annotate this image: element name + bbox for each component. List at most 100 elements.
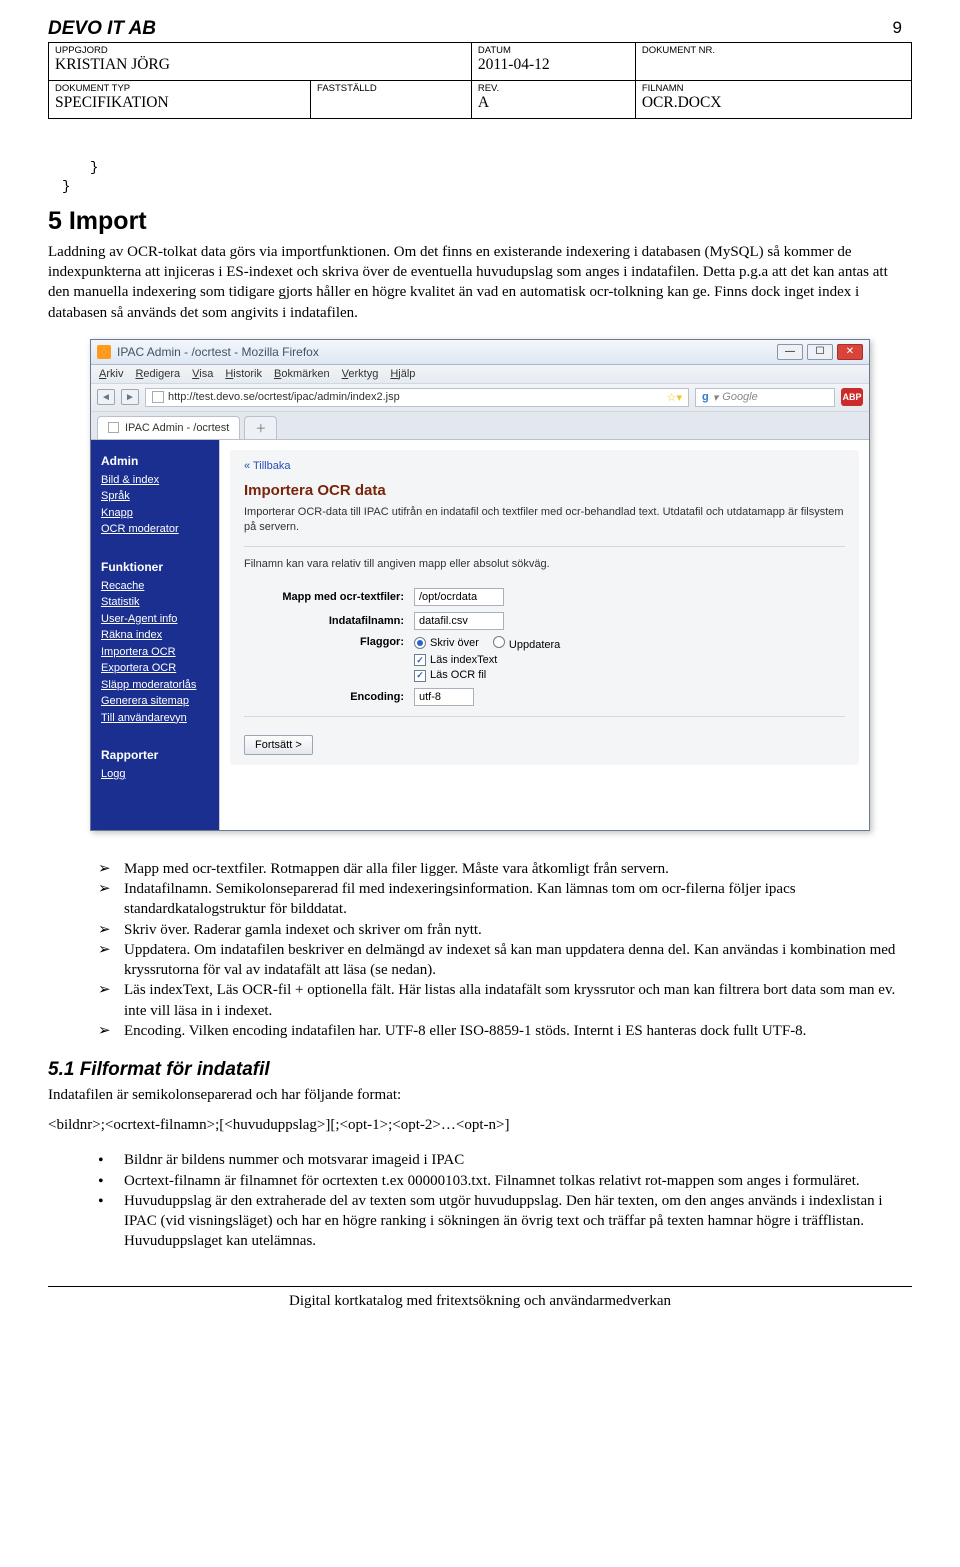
menu-verktyg[interactable]: Verktyg bbox=[342, 368, 379, 380]
list-item: Encoding. Vilken encoding indatafilen ha… bbox=[90, 1021, 912, 1041]
label-flaggor: Flaggor: bbox=[244, 636, 414, 648]
browser-menubar[interactable]: Arkiv Redigera Visa Historik Bokmärken V… bbox=[91, 365, 869, 384]
value-filnamn: OCR.DOCX bbox=[642, 94, 905, 112]
label-las-indextext: Läs indexText bbox=[430, 654, 497, 666]
maximize-button[interactable]: ☐ bbox=[807, 344, 833, 360]
abp-icon[interactable]: ABP bbox=[841, 388, 863, 406]
sidebar-item-importera-ocr[interactable]: Importera OCR bbox=[101, 644, 209, 661]
dot-bullet-list: Bildnr är bildens nummer och motsvarar i… bbox=[90, 1150, 912, 1251]
value-uppgjord: KRISTIAN JÖRG bbox=[55, 56, 465, 74]
document-header: DEVO IT AB 9 UPPGJORD KRISTIAN JÖRG DATU… bbox=[48, 0, 912, 119]
section-5-1-intro: Indatafilen är semikolonseparerad och ha… bbox=[48, 1085, 912, 1105]
sidebar-item-knapp[interactable]: Knapp bbox=[101, 505, 209, 522]
label-filnamn: FILNAMN bbox=[642, 83, 905, 94]
list-item: Skriv över. Raderar gamla indexet och sk… bbox=[90, 920, 912, 940]
format-line: <bildnr>;<ocrtext-filnamn>;[<huvuduppsla… bbox=[48, 1117, 912, 1134]
continue-button[interactable]: Fortsätt > bbox=[244, 735, 313, 755]
section-5-paragraph: Laddning av OCR-tolkat data görs via imp… bbox=[48, 242, 912, 323]
google-icon: g bbox=[702, 391, 709, 403]
menu-arkiv[interactable]: Arkiv bbox=[99, 368, 123, 380]
checkbox-las-indextext[interactable] bbox=[414, 654, 426, 666]
value-rev: A bbox=[478, 94, 629, 112]
page-number: 9 bbox=[893, 18, 902, 38]
label-indata: Indatafilnamn: bbox=[244, 615, 414, 627]
tab-new[interactable]: ＋ bbox=[244, 416, 277, 439]
admin-sidebar: Admin Bild & index Språk Knapp OCR moder… bbox=[91, 440, 219, 830]
search-input[interactable]: g▾ Google bbox=[695, 388, 835, 407]
menu-hjalp[interactable]: Hjälp bbox=[390, 368, 415, 380]
label-skriv-over: Skriv över bbox=[430, 637, 479, 649]
panel-desc-1: Importerar OCR-data till IPAC utifrån en… bbox=[244, 505, 845, 536]
sidebar-item-generera-sitemap[interactable]: Generera sitemap bbox=[101, 693, 209, 710]
label-dokument-typ: DOKUMENT TYP bbox=[55, 83, 304, 94]
value-dokument-typ: SPECIFIKATION bbox=[55, 94, 304, 112]
menu-historik[interactable]: Historik bbox=[225, 368, 262, 380]
label-faststalld: FASTSTÄLLD bbox=[317, 83, 465, 94]
sidebar-item-useragent[interactable]: User-Agent info bbox=[101, 611, 209, 628]
sidebar-item-bild-index[interactable]: Bild & index bbox=[101, 472, 209, 489]
list-item: Huvuduppslag är den extraherade del av t… bbox=[90, 1191, 912, 1252]
sidebar-head-rapporter: Rapporter bbox=[101, 748, 209, 762]
list-item: Indatafilnamn. Semikolonseparerad fil me… bbox=[90, 879, 912, 920]
sidebar-item-anvandarevyn[interactable]: Till användarevyn bbox=[101, 710, 209, 727]
input-encoding[interactable]: utf-8 bbox=[414, 688, 474, 706]
panel-title: Importera OCR data bbox=[244, 482, 845, 499]
label-uppdatera: Uppdatera bbox=[509, 639, 560, 651]
sidebar-item-rakna-index[interactable]: Räkna index bbox=[101, 627, 209, 644]
label-dokument-nr: DOKUMENT NR. bbox=[642, 45, 905, 56]
tabstrip: IPAC Admin - /ocrtest ＋ bbox=[91, 412, 869, 440]
label-mapp: Mapp med ocr-textfiler: bbox=[244, 591, 414, 603]
company-name: DEVO IT AB bbox=[48, 18, 156, 40]
label-uppgjord: UPPGJORD bbox=[55, 45, 465, 56]
radio-uppdatera[interactable] bbox=[493, 636, 505, 648]
list-item: Läs indexText, Läs OCR-fil + optionella … bbox=[90, 980, 912, 1021]
sidebar-item-ocr-moderator[interactable]: OCR moderator bbox=[101, 521, 209, 538]
nav-back-icon[interactable]: ◄ bbox=[97, 389, 115, 405]
sidebar-item-recache[interactable]: Recache bbox=[101, 578, 209, 595]
input-indata[interactable]: datafil.csv bbox=[414, 612, 504, 630]
url-input[interactable]: http://test.devo.se/ocrtest/ipac/admin/i… bbox=[145, 388, 689, 407]
sidebar-item-slapp-moderatorlas[interactable]: Släpp moderatorlås bbox=[101, 677, 209, 694]
back-link[interactable]: « Tillbaka bbox=[244, 460, 290, 472]
page-icon bbox=[152, 391, 164, 403]
star-icon[interactable]: ☆▾ bbox=[667, 391, 682, 404]
label-datum: DATUM bbox=[478, 45, 629, 56]
tab-ipac-admin[interactable]: IPAC Admin - /ocrtest bbox=[97, 416, 240, 439]
arrow-bullet-list: Mapp med ocr-textfiler. Rotmappen där al… bbox=[90, 859, 912, 1041]
section-5-title: 5 Import bbox=[48, 207, 912, 236]
browser-urlbar: ◄ ► http://test.devo.se/ocrtest/ipac/adm… bbox=[91, 384, 869, 412]
sidebar-head-admin: Admin bbox=[101, 454, 209, 468]
nav-fwd-icon[interactable]: ► bbox=[121, 389, 139, 405]
menu-visa[interactable]: Visa bbox=[192, 368, 213, 380]
checkbox-las-ocr-fil[interactable] bbox=[414, 670, 426, 682]
close-button[interactable]: ✕ bbox=[837, 344, 863, 360]
code-snippet: } } bbox=[62, 159, 912, 197]
header-table: UPPGJORD KRISTIAN JÖRG DATUM 2011-04-12 … bbox=[48, 42, 912, 119]
radio-skriv-over[interactable] bbox=[414, 637, 426, 649]
sidebar-head-funktioner: Funktioner bbox=[101, 560, 209, 574]
sidebar-item-logg[interactable]: Logg bbox=[101, 766, 209, 783]
list-item: Uppdatera. Om indatafilen beskriver en d… bbox=[90, 940, 912, 981]
panel-desc-2: Filnamn kan vara relativ till angiven ma… bbox=[244, 557, 845, 572]
url-text: http://test.devo.se/ocrtest/ipac/admin/i… bbox=[168, 391, 400, 403]
list-item: Ocrtext-filnamn är filnamnet för ocrtext… bbox=[90, 1171, 912, 1191]
footer-text: Digital kortkatalog med fritextsökning o… bbox=[289, 1293, 671, 1309]
label-encoding: Encoding: bbox=[244, 691, 414, 703]
label-las-ocr-fil: Läs OCR fil bbox=[430, 669, 486, 681]
page-footer: Digital kortkatalog med fritextsökning o… bbox=[48, 1286, 912, 1330]
tab-page-icon bbox=[108, 422, 119, 433]
firefox-icon bbox=[97, 345, 111, 359]
menu-bokmarken[interactable]: Bokmärken bbox=[274, 368, 330, 380]
minimize-button[interactable]: — bbox=[777, 344, 803, 360]
menu-redigera[interactable]: Redigera bbox=[135, 368, 180, 380]
list-item: Mapp med ocr-textfiler. Rotmappen där al… bbox=[90, 859, 912, 879]
label-rev: REV. bbox=[478, 83, 629, 94]
value-datum: 2011-04-12 bbox=[478, 56, 629, 74]
sidebar-item-exportera-ocr[interactable]: Exportera OCR bbox=[101, 660, 209, 677]
sidebar-item-statistik[interactable]: Statistik bbox=[101, 594, 209, 611]
input-mapp[interactable]: /opt/ocrdata bbox=[414, 588, 504, 606]
search-placeholder: Google bbox=[722, 391, 757, 403]
embedded-screenshot: IPAC Admin - /ocrtest - Mozilla Firefox … bbox=[90, 339, 912, 831]
sidebar-item-sprak[interactable]: Språk bbox=[101, 488, 209, 505]
tab-label: IPAC Admin - /ocrtest bbox=[125, 422, 229, 434]
